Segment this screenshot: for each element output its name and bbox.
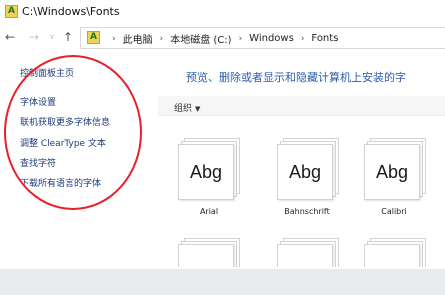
breadcrumb-fonts[interactable]: Fonts xyxy=(311,33,338,44)
back-arrow-icon[interactable]: ← xyxy=(2,29,18,45)
font-item-calibri[interactable]: Abg xyxy=(364,138,426,200)
breadcrumb-local-disk[interactable]: 本地磁盘 (C:) xyxy=(170,31,231,46)
address-field[interactable]: A › 此电脑 › 本地磁盘 (C:) › Windows › Fonts xyxy=(80,27,445,49)
bottom-strip xyxy=(0,269,445,295)
font-name-label: Calibri xyxy=(381,207,407,216)
recent-locations-chevron-icon[interactable]: ∨ xyxy=(44,29,60,45)
font-sample: Abg xyxy=(189,161,223,182)
chevron-right-icon[interactable]: › xyxy=(239,34,243,44)
fonts-folder-icon: A xyxy=(87,31,100,44)
fonts-folder-icon: A xyxy=(5,5,18,18)
font-item-arial[interactable]: Abg xyxy=(178,138,240,200)
chevron-right-icon[interactable]: › xyxy=(301,34,305,44)
address-bar: ← → ∨ ↑ A › 此电脑 › 本地磁盘 (C:) › Windows › … xyxy=(0,26,445,50)
main-content: 预览、删除或者显示和隐藏计算机上安装的字 组织 ▼ Abg Arial Abg B… xyxy=(158,52,445,267)
font-sample: Abg xyxy=(375,161,409,182)
command-bar: 组织 ▼ xyxy=(158,96,445,116)
forward-arrow-icon[interactable]: → xyxy=(26,29,42,45)
font-item-row2-3[interactable] xyxy=(364,238,426,267)
breadcrumb-windows[interactable]: Windows xyxy=(249,33,294,44)
organize-label: 组织 xyxy=(174,104,193,114)
up-arrow-icon[interactable]: ↑ xyxy=(60,29,76,45)
chevron-right-icon[interactable]: › xyxy=(112,34,116,44)
font-name-label: Arial xyxy=(199,207,219,216)
red-annotation-circle xyxy=(4,55,142,210)
window-title: C:\Windows\Fonts xyxy=(22,5,120,18)
font-item-row2-1[interactable] xyxy=(178,238,240,267)
font-sample: Abg xyxy=(288,161,322,182)
caret-down-icon: ▼ xyxy=(195,105,201,113)
font-name-label: Bahnschrift xyxy=(284,207,330,216)
font-item-partial[interactable] xyxy=(440,138,445,200)
font-item-bahnschrift[interactable]: Abg xyxy=(277,138,339,200)
page-description: 预览、删除或者显示和隐藏计算机上安装的字 xyxy=(186,71,406,84)
breadcrumb: › 此电脑 › 本地磁盘 (C:) › Windows › Fonts xyxy=(105,31,338,46)
chevron-right-icon[interactable]: › xyxy=(160,34,164,44)
font-item-row2-2[interactable] xyxy=(277,238,339,267)
title-bar: A C:\Windows\Fonts xyxy=(0,0,445,24)
organize-button[interactable]: 组织 ▼ xyxy=(174,101,200,114)
breadcrumb-this-pc[interactable]: 此电脑 xyxy=(123,31,153,46)
